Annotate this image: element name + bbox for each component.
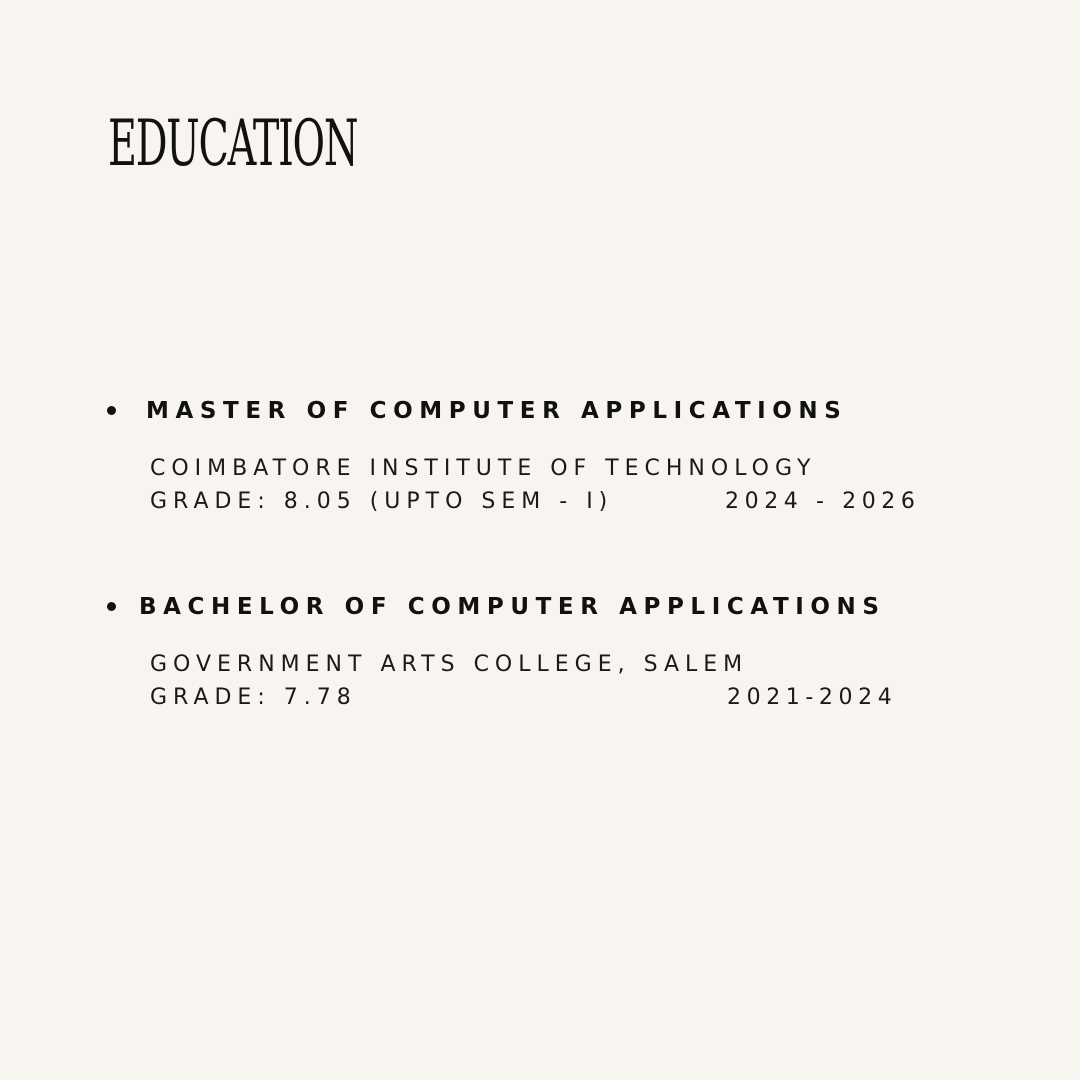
years-text: 2021-2024 [727,685,898,710]
page-title: EDUCATION [108,107,359,181]
degree-title: MASTER OF COMPUTER APPLICATIONS [146,398,848,424]
bullet-icon [107,602,116,611]
grade-text: GRADE: 8.05 (UPTO SEM - I) [150,489,614,514]
institution-name: COIMBATORE INSTITUTE OF TECHNOLOGY [150,456,817,481]
bullet-icon [107,406,116,415]
grade-text: GRADE: 7.78 [150,685,357,710]
institution-name: GOVERNMENT ARTS COLLEGE, SALEM [150,652,749,677]
years-text: 2024 - 2026 [725,489,921,514]
degree-title: BACHELOR OF COMPUTER APPLICATIONS [139,594,886,620]
education-page: EDUCATION MASTER OF COMPUTER APPLICATION… [0,0,1080,1080]
